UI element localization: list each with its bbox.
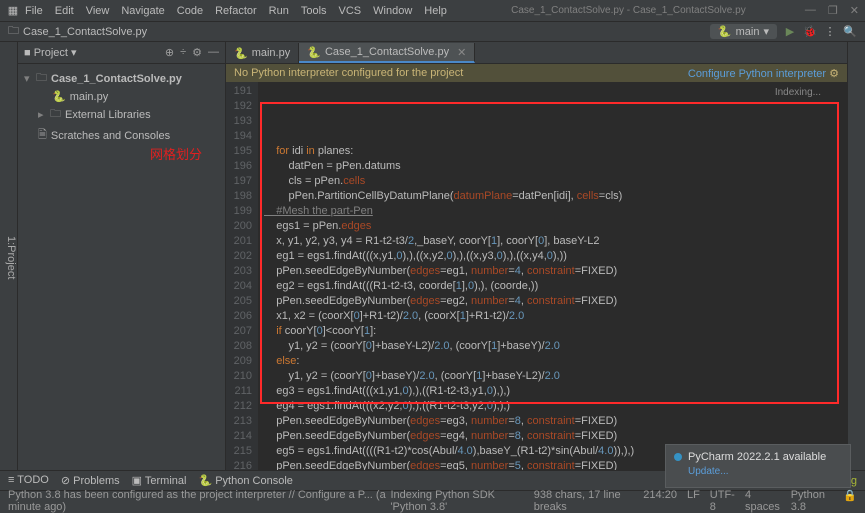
- editor-tabs: 🐍main.py 🐍Case_1_ContactSolve.py✕: [226, 42, 847, 64]
- status-indexing: Indexing Python SDK 'Python 3.8': [390, 489, 533, 513]
- chevron-down-icon: ▾: [763, 25, 769, 38]
- search-icon[interactable]: 🔍: [843, 25, 857, 38]
- toolbar: 🗀 Case_1_ContactSolve.py 🐍 main ▾ ▶ 🐞 ⋮ …: [0, 22, 865, 42]
- python-console-tool[interactable]: 🐍 Python Console: [198, 474, 292, 487]
- project-tree: ▾🗀Case_1_ContactSolve.py 🐍main.py ▸🗀Exte…: [18, 64, 225, 150]
- gear-icon[interactable]: ⚙: [192, 46, 202, 59]
- status-chars: 938 chars, 17 line breaks: [534, 489, 634, 513]
- popup-title: PyCharm 2022.2.1 available: [688, 451, 826, 463]
- annotation-label: 网格划分: [150, 148, 202, 161]
- folder-icon: 🗀: [8, 22, 19, 41]
- terminal-tool[interactable]: ▣ Terminal: [132, 474, 187, 487]
- debug-icon[interactable]: 🐞: [803, 25, 817, 38]
- tab-main[interactable]: 🐍main.py: [226, 43, 299, 63]
- tree-external-libraries[interactable]: ▸🗀External Libraries: [20, 104, 223, 125]
- main-menu: File Edit View Navigate Code Refactor Ru…: [20, 3, 452, 19]
- menu-file[interactable]: File: [20, 3, 48, 19]
- code-editor[interactable]: 1911921931941951961971981992002012022032…: [226, 82, 847, 470]
- run-icon[interactable]: ▶: [783, 25, 797, 38]
- update-popup[interactable]: PyCharm 2022.2.1 available Update...: [665, 444, 851, 488]
- window-title: Case_1_ContactSolve.py - Case_1_ContactS…: [452, 5, 805, 16]
- sidebar-header: ■ Project ▾ ⊕ ÷ ⚙ —: [18, 42, 225, 64]
- tree-root[interactable]: ▾🗀Case_1_ContactSolve.py: [20, 68, 223, 89]
- breadcrumb[interactable]: Case_1_ContactSolve.py: [23, 26, 147, 38]
- editor-area: 🐍main.py 🐍Case_1_ContactSolve.py✕ No Pyt…: [226, 42, 847, 470]
- target-icon[interactable]: ⊕: [165, 46, 174, 59]
- menu-tools[interactable]: Tools: [296, 3, 332, 19]
- code-lines[interactable]: Indexing... for idi in planes: datPen = …: [258, 82, 847, 470]
- gutter: 1911921931941951961971981992002012022032…: [226, 82, 258, 470]
- app-icon: ▦: [6, 4, 20, 17]
- project-tool-button[interactable]: 1:Project: [5, 236, 17, 279]
- status-interpreter[interactable]: Python 3.8: [791, 489, 834, 513]
- info-dot-icon: [674, 453, 682, 461]
- more-icon[interactable]: ⋮: [823, 25, 837, 38]
- run-config-label: main: [736, 26, 760, 38]
- menu-view[interactable]: View: [81, 3, 115, 19]
- maximize-icon[interactable]: ❐: [828, 4, 838, 17]
- project-sidebar: ■ Project ▾ ⊕ ÷ ⚙ — ▾🗀Case_1_ContactSolv…: [18, 42, 226, 470]
- minimize-icon[interactable]: —: [805, 4, 816, 17]
- status-message: Python 3.8 has been configured as the pr…: [8, 489, 390, 513]
- menu-window[interactable]: Window: [368, 3, 417, 19]
- right-toolwindow-stripe: [847, 42, 865, 470]
- tree-file-main[interactable]: 🐍main.py: [20, 89, 223, 104]
- menu-help[interactable]: Help: [419, 3, 452, 19]
- indexing-label: Indexing...: [775, 85, 821, 100]
- interpreter-warning: No Python interpreter configured for the…: [226, 64, 847, 82]
- warning-text: No Python interpreter configured for the…: [234, 67, 463, 79]
- tab-case1[interactable]: 🐍Case_1_ContactSolve.py✕: [299, 43, 475, 63]
- left-toolwindow-stripe: 1:Project: [0, 42, 18, 470]
- close-tab-icon[interactable]: ✕: [457, 46, 466, 59]
- sidebar-title: ■ Project ▾: [24, 46, 77, 59]
- close-icon[interactable]: ✕: [850, 4, 859, 17]
- collapse-icon[interactable]: ÷: [180, 46, 186, 59]
- python-icon: 🐍: [718, 25, 732, 38]
- problems-tool[interactable]: ⊘ Problems: [61, 474, 120, 487]
- window-controls: — ❐ ✕: [805, 4, 859, 17]
- tree-scratches[interactable]: 🗎Scratches and Consoles: [20, 125, 223, 146]
- menu-navigate[interactable]: Navigate: [116, 3, 169, 19]
- menu-run[interactable]: Run: [264, 3, 294, 19]
- status-line-sep[interactable]: LF: [687, 489, 700, 513]
- lock-icon[interactable]: 🔒: [843, 489, 857, 513]
- main-area: 1:Project ■ Project ▾ ⊕ ÷ ⚙ — ▾🗀Case_1_C…: [0, 42, 865, 470]
- status-position[interactable]: 214:20: [643, 489, 677, 513]
- titlebar: ▦ File Edit View Navigate Code Refactor …: [0, 0, 865, 22]
- run-config-dropdown[interactable]: 🐍 main ▾: [710, 24, 777, 39]
- update-link[interactable]: Update...: [688, 466, 842, 477]
- menu-edit[interactable]: Edit: [50, 3, 79, 19]
- hide-icon[interactable]: —: [208, 46, 219, 59]
- todo-tool[interactable]: ≡ TODO: [8, 474, 49, 487]
- gear-icon[interactable]: ⚙: [829, 68, 839, 80]
- status-indent[interactable]: 4 spaces: [745, 489, 781, 513]
- status-bar: Python 3.8 has been configured as the pr…: [0, 490, 865, 510]
- menu-vcs[interactable]: VCS: [334, 3, 367, 19]
- configure-interpreter-link[interactable]: Configure Python interpreter: [688, 68, 826, 80]
- status-encoding[interactable]: UTF-8: [710, 489, 735, 513]
- menu-code[interactable]: Code: [172, 3, 208, 19]
- menu-refactor[interactable]: Refactor: [210, 3, 262, 19]
